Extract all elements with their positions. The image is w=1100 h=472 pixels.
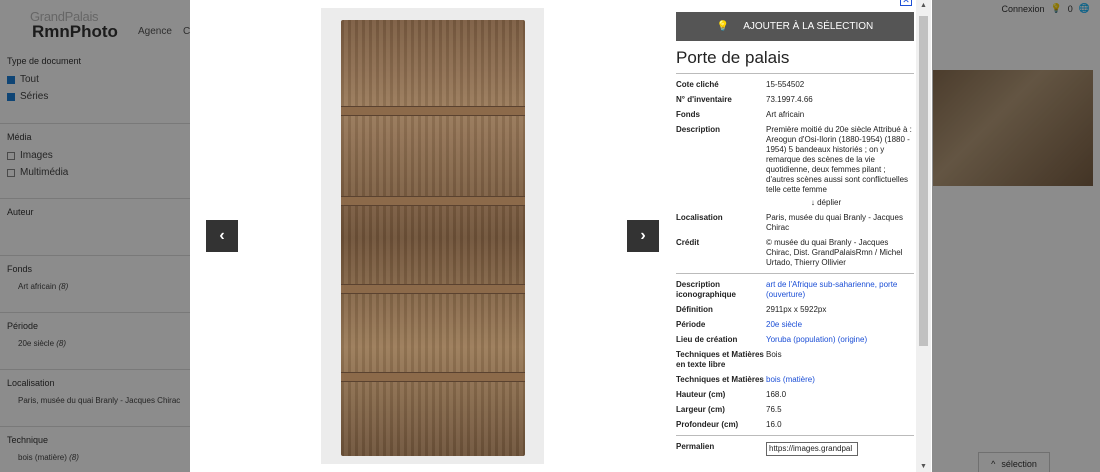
metadata-key: N° d'inventaire (676, 95, 732, 104)
metadata-row: Période 20e siècle (676, 320, 916, 330)
metadata-row: Techniques et Matières bois (matière) (676, 375, 916, 385)
metadata-row: N° d'inventaire 73.1997.4.66 (676, 95, 916, 105)
metadata-row: Localisation Paris, musée du quai Branly … (676, 213, 916, 233)
metadata-key: Hauteur (cm) (676, 390, 726, 399)
permalien-row: Permalien https://images.grandpal (676, 442, 916, 459)
metadata-row: Description iconographique art de l'Afriq… (676, 280, 916, 300)
metadata-value: Première moitié du 20e siècle Attribué à… (766, 125, 912, 194)
chevron-left-icon: ‹ (219, 227, 225, 244)
metadata-key: Description iconographique (676, 280, 736, 299)
metadata-key: Profondeur (cm) (676, 420, 739, 429)
metadata-value: 168.0 (766, 390, 787, 399)
artwork-title: Porte de palais (676, 48, 790, 67)
metadata-key: Période (676, 320, 706, 329)
add-to-selection-label: AJOUTER À LA SÉLECTION (743, 21, 874, 32)
scroll-up-icon[interactable]: ▲ (920, 2, 927, 9)
metadata-key: Localisation (676, 213, 723, 222)
lightbulb-icon: 💡 (716, 21, 730, 32)
previous-image-button[interactable]: ‹ (206, 220, 238, 252)
metadata-row: Techniques et Matières en texte libre Boi… (676, 350, 916, 370)
scroll-thumb[interactable] (919, 16, 928, 346)
add-to-selection-button[interactable]: 💡 AJOUTER À LA SÉLECTION (676, 12, 914, 41)
metadata-key: Fonds (676, 110, 700, 119)
artwork-image[interactable] (341, 20, 525, 456)
metadata-list: Cote cliché 15-554502 N° d'inventaire 73.19… (676, 80, 916, 464)
metadata-divider (676, 273, 914, 274)
metadata-link[interactable]: bois (matière) (766, 375, 914, 385)
metadata-link[interactable]: Yoruba (population) (origine) (766, 335, 914, 345)
metadata-row: Profondeur (cm) 16.0 (676, 420, 916, 430)
metadata-value: Art africain (766, 110, 805, 119)
metadata-divider (676, 435, 914, 436)
metadata-key: Lieu de création (676, 335, 738, 344)
metadata-key: Crédit (676, 238, 700, 247)
permalien-label: Permalien (676, 442, 715, 451)
unfold-link[interactable]: ↓ déplier (736, 198, 916, 207)
metadata-row: Crédit © musée du quai Branly - Jacques C… (676, 238, 916, 268)
next-image-button[interactable]: › (627, 220, 659, 252)
close-icon[interactable]: ✕ (900, 0, 912, 6)
metadata-link[interactable]: art de l'Afrique sub-saharienne, porte (… (766, 280, 914, 300)
metadata-row: Lieu de création Yoruba (population) (ori… (676, 335, 916, 345)
metadata-value: © musée du quai Branly - Jacques Chirac,… (766, 238, 903, 267)
metadata-key: Techniques et Matières (676, 375, 764, 384)
metadata-value: 73.1997.4.66 (766, 95, 813, 104)
metadata-row: Fonds Art africain (676, 110, 916, 120)
metadata-link[interactable]: 20e siècle (766, 320, 914, 330)
metadata-key: Techniques et Matières en texte libre (676, 350, 764, 369)
metadata-row: Description Première moitié du 20e siècle… (676, 125, 916, 195)
metadata-value: 16.0 (766, 420, 782, 429)
metadata-row: Hauteur (cm) 168.0 (676, 390, 916, 400)
image-detail-modal: ‹ › ✕ 💡 AJOUTER À LA SÉLECTION Porte de … (190, 0, 932, 472)
title-divider (676, 73, 914, 74)
image-frame (321, 8, 544, 464)
info-panel: ✕ 💡 AJOUTER À LA SÉLECTION Porte de pala… (676, 0, 916, 472)
metadata-key: Description (676, 125, 721, 134)
scroll-down-icon[interactable]: ▼ (920, 463, 927, 470)
panel-scrollbar[interactable]: ▲ ▼ (916, 0, 931, 472)
metadata-row: Cote cliché 15-554502 (676, 80, 916, 90)
chevron-right-icon: › (640, 227, 646, 244)
permalien-input[interactable]: https://images.grandpal (766, 442, 858, 456)
metadata-key: Largeur (cm) (676, 405, 725, 414)
metadata-value: 76.5 (766, 405, 782, 414)
metadata-value: Paris, musée du quai Branly - Jacques Ch… (766, 213, 903, 232)
metadata-value: 2911px x 5922px (766, 305, 827, 314)
metadata-row: Largeur (cm) 76.5 (676, 405, 916, 415)
metadata-value: 15-554502 (766, 80, 805, 89)
metadata-key: Définition (676, 305, 713, 314)
metadata-key: Cote cliché (676, 80, 719, 89)
metadata-row: Définition 2911px x 5922px (676, 305, 916, 315)
metadata-value: Bois (766, 350, 782, 359)
